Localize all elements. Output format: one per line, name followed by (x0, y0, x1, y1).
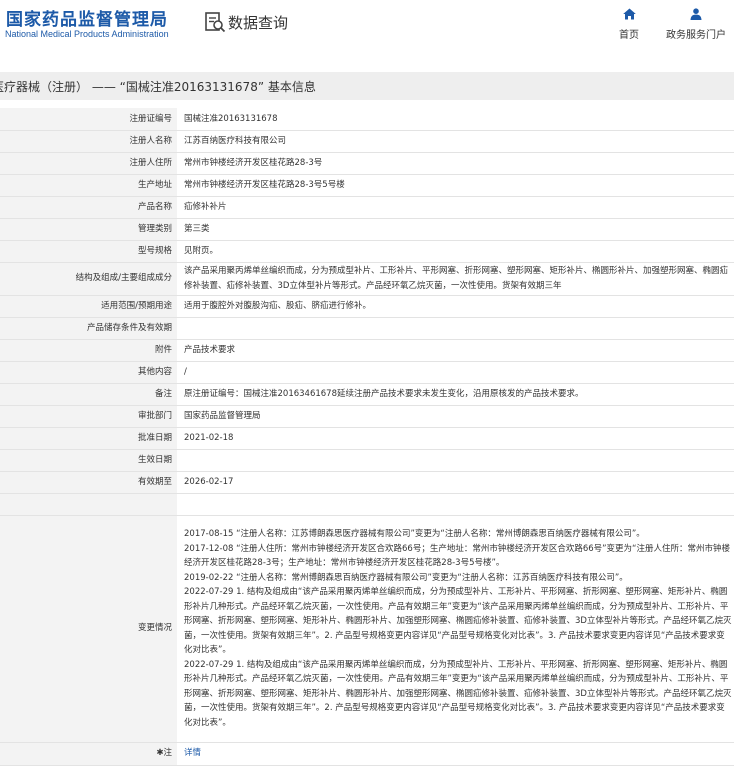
page-title: 医疗器械（注册） —— “国械注准20163131678” 基本信息 (0, 80, 316, 94)
table-row: 附件 产品技术要求 (0, 339, 734, 362)
field-value: / (177, 361, 734, 384)
field-value: 江苏百纳医疗科技有限公司 (177, 130, 734, 153)
table-row: 批准日期 2021-02-18 (0, 427, 734, 450)
data-query-label: 数据查询 (228, 13, 289, 32)
field-label: 适用范围/预期用途 (0, 295, 177, 318)
site-logo-en: National Medical Products Administration (5, 29, 169, 39)
table-row: 产品储存条件及有效期 (0, 317, 734, 340)
nav-gov-portal-label: 政务服务门户 (666, 30, 726, 41)
field-value: 疝修补补片 (177, 196, 734, 219)
field-label: 产品储存条件及有效期 (0, 317, 177, 340)
change-entry: 2022-07-29 1. 结构及组成由“该产品采用聚丙烯单丝编织而成，分为预成… (184, 587, 732, 655)
field-label: 生产地址 (0, 174, 177, 197)
change-entry: 2017-08-15 “注册人名称：江苏博朗森思医疗器械有限公司”变更为“注册人… (184, 529, 645, 539)
site-header: 国家药品监督管理局 National Medical Products Admi… (0, 0, 734, 50)
note-label: ✱注 (0, 742, 177, 766)
site-logo-cn[interactable]: 国家药品监督管理局 (6, 5, 168, 30)
table-row (0, 493, 734, 516)
table-row: 其他内容 / (0, 361, 734, 384)
field-value (177, 449, 734, 472)
field-label: 附件 (0, 339, 177, 362)
table-row-changes: 变更情况 2017-08-15 “注册人名称：江苏博朗森思医疗器械有限公司”变更… (0, 515, 734, 743)
field-label: 其他内容 (0, 361, 177, 384)
field-label: 审批部门 (0, 405, 177, 428)
field-value: 常州市钟楼经济开发区桂花路28-3号 (177, 152, 734, 175)
table-row: 生效日期 (0, 449, 734, 472)
field-label: 型号规格 (0, 240, 177, 263)
table-row: 备注 原注册证编号：国械注准20163461678延续注册产品技术要求未发生变化，… (0, 383, 734, 406)
field-label: 注册人名称 (0, 130, 177, 153)
field-label: 结构及组成/主要组成成分 (0, 262, 177, 296)
field-value: 国械注准20163131678 (177, 108, 734, 131)
user-icon (690, 8, 702, 20)
field-value (177, 317, 734, 340)
field-label: 有效期至 (0, 471, 177, 494)
change-entry: 2017-12-08 “注册人住所：常州市钟楼经济开发区合欢路66号；生产地址：… (184, 543, 730, 569)
field-value: 产品技术要求 (177, 339, 734, 362)
field-value: 第三类 (177, 218, 734, 241)
table-row-note: ✱注 详情 (0, 742, 734, 766)
table-row: 结构及组成/主要组成成分 该产品采用聚丙烯单丝编织而成，分为预成型补片、工形补片、… (0, 262, 734, 296)
registration-info-table: 注册证编号 国械注准20163131678 注册人名称 江苏百纳医疗科技有限公司 注… (0, 108, 734, 766)
table-row: 生产地址 常州市钟楼经济开发区桂花路28-3号5号楼 (0, 174, 734, 197)
field-value: 2026-02-17 (177, 471, 734, 494)
field-value: 该产品采用聚丙烯单丝编织而成，分为预成型补片、工形补片、平形网塞、折形网塞、塑形… (177, 262, 734, 296)
field-value: 常州市钟楼经济开发区桂花路28-3号5号楼 (177, 174, 734, 197)
field-label: 管理类别 (0, 218, 177, 241)
nav-gov-portal[interactable]: 政务服务门户 (656, 8, 734, 41)
field-label (0, 493, 177, 516)
home-icon (622, 8, 636, 20)
field-label: 注册证编号 (0, 108, 177, 131)
field-label: 注册人住所 (0, 152, 177, 175)
change-entry: 2022-07-29 1. 结构及组成由“该产品采用聚丙烯单丝编织而成，分为预成… (184, 659, 732, 728)
change-entry: 2019-02-22 “注册人名称：常州博朗森思百纳医疗器械有限公司”变更为“注… (184, 572, 628, 583)
field-label: 生效日期 (0, 449, 177, 472)
data-query-link[interactable]: 数据查询 (204, 10, 288, 34)
table-row: 管理类别 第三类 (0, 218, 734, 241)
changes-label: 变更情况 (0, 515, 177, 743)
field-label: 备注 (0, 383, 177, 406)
data-query-icon (205, 12, 226, 33)
field-value: 见附页。 (177, 240, 734, 263)
details-link[interactable]: 详情 (184, 748, 201, 758)
field-value: 2021-02-18 (177, 427, 734, 450)
field-value: 原注册证编号：国械注准20163461678延续注册产品技术要求未发生变化，沿用… (177, 383, 734, 406)
table-row: 适用范围/预期用途 适用于腹腔外对腹股沟疝、股疝、脐疝进行修补。 (0, 295, 734, 318)
table-row: 审批部门 国家药品监督管理局 (0, 405, 734, 428)
page-title-bar: 医疗器械（注册） —— “国械注准20163131678” 基本信息 (0, 72, 734, 100)
note-value: 详情 (177, 742, 734, 766)
field-value: 适用于腹腔外对腹股沟疝、股疝、脐疝进行修补。 (177, 295, 734, 318)
field-value (177, 493, 734, 516)
table-row: 注册证编号 国械注准20163131678 (0, 108, 734, 131)
table-row: 产品名称 疝修补补片 (0, 196, 734, 219)
table-row: 有效期至 2026-02-17 (0, 471, 734, 494)
field-label: 批准日期 (0, 427, 177, 450)
field-label: 产品名称 (0, 196, 177, 219)
changes-value: 2017-08-15 “注册人名称：江苏博朗森思医疗器械有限公司”变更为“注册人… (177, 515, 734, 743)
table-row: 型号规格 见附页。 (0, 240, 734, 263)
field-value: 国家药品监督管理局 (177, 405, 734, 428)
table-row: 注册人住所 常州市钟楼经济开发区桂花路28-3号 (0, 152, 734, 175)
table-row: 注册人名称 江苏百纳医疗科技有限公司 (0, 130, 734, 153)
note-label-text: 注 (163, 748, 172, 759)
